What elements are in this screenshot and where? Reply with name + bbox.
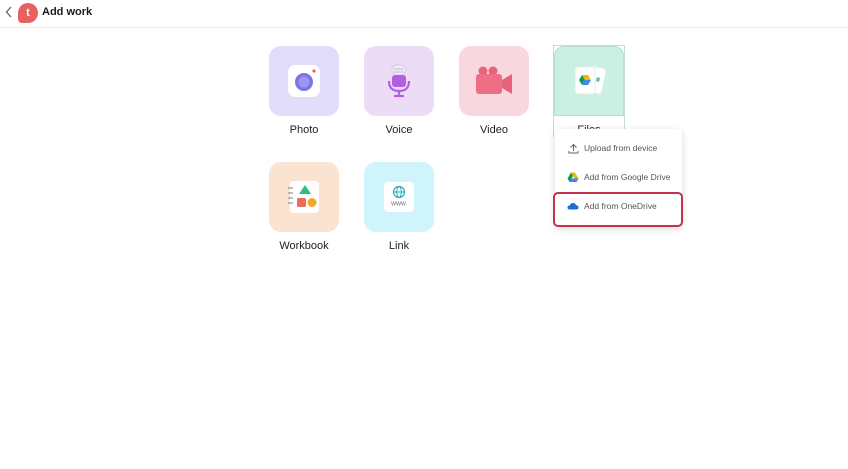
tile-label: Link <box>388 240 410 252</box>
tile-label: Photo <box>289 124 319 136</box>
top-bar: t Add work <box>0 0 848 28</box>
back-button[interactable] <box>3 4 15 20</box>
voice-tile-box[interactable] <box>364 46 434 116</box>
tile-link[interactable]: WWW. Link <box>364 162 434 252</box>
photo-tile-box[interactable] <box>269 46 339 116</box>
google-drive-icon <box>567 171 579 183</box>
logo-letter: t <box>26 7 30 19</box>
camera-icon <box>288 65 320 97</box>
tile-video[interactable]: Video <box>459 46 529 136</box>
tile-files[interactable]: Files <box>554 46 624 134</box>
menu-item-onedrive[interactable]: Add from OneDrive <box>555 193 682 219</box>
page-title: Add work <box>42 6 93 18</box>
menu-item-label: Add from OneDrive <box>584 201 657 211</box>
menu-item-label: Upload from device <box>584 143 658 153</box>
chevron-left-icon <box>5 6 12 18</box>
files-tile-box[interactable] <box>554 46 624 116</box>
menu-item-upload-from-device[interactable]: Upload from device <box>555 135 682 161</box>
menu-item-google-drive[interactable]: Add from Google Drive <box>555 164 682 190</box>
upload-icon <box>567 142 579 154</box>
tile-voice[interactable]: Voice <box>364 46 434 136</box>
svg-text:WWW.: WWW. <box>391 202 407 208</box>
video-camera-icon <box>476 66 512 94</box>
video-tile-box[interactable] <box>459 46 529 116</box>
tile-label: Workbook <box>279 240 329 252</box>
tile-label: Voice <box>385 124 413 136</box>
tile-workbook[interactable]: Workbook <box>269 162 339 252</box>
globe-link-icon: WWW. <box>384 182 414 212</box>
files-dropdown-menu: Upload from device Add from Google Drive… <box>555 129 682 227</box>
onedrive-icon <box>567 200 579 212</box>
menu-item-label: Add from Google Drive <box>584 172 671 182</box>
files-icon <box>574 65 607 95</box>
tile-label: Video <box>480 124 508 136</box>
app-logo: t <box>18 3 38 23</box>
link-tile-box[interactable]: WWW. <box>364 162 434 232</box>
microphone-icon <box>387 64 411 98</box>
tile-photo[interactable]: Photo <box>269 46 339 136</box>
workbook-icon <box>288 181 319 213</box>
workbook-tile-box[interactable] <box>269 162 339 232</box>
